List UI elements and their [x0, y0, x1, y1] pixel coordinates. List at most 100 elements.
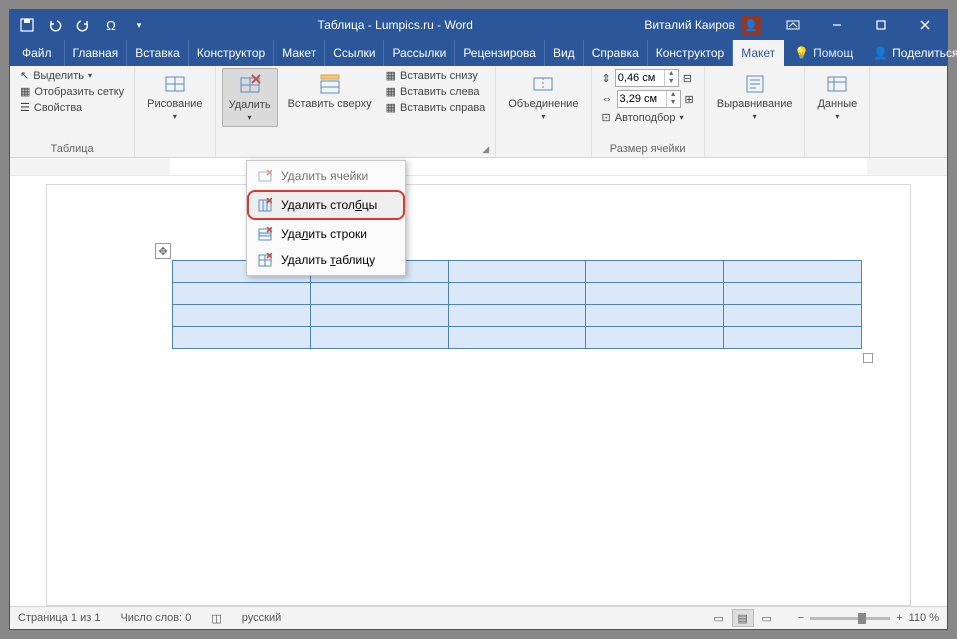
tab-review[interactable]: Рецензирова [455, 40, 545, 66]
zoom-out-button[interactable]: − [798, 612, 804, 624]
select-button[interactable]: ↖Выделить ▾ [16, 68, 128, 83]
document-area[interactable]: ✥ [10, 176, 947, 606]
quick-access-toolbar: Ω ▾ [10, 16, 156, 34]
lightbulb-icon: 💡 [794, 46, 809, 60]
delete-table-item[interactable]: Удалить таблицу [247, 247, 405, 273]
ribbon-options-icon[interactable] [771, 10, 815, 40]
delete-table-icon [257, 252, 273, 268]
status-words[interactable]: Число слов: 0 [120, 612, 191, 624]
col-width: ⇔ ▲▼ ⊞ [598, 89, 698, 109]
zoom-slider[interactable] [810, 617, 890, 620]
view-buttons: ▭ ▤ ▭ [708, 609, 778, 627]
tab-mailings[interactable]: Рассылки [384, 40, 455, 66]
properties-button[interactable]: ☰Свойства [16, 100, 128, 115]
delete-button[interactable]: Удалить ▾ [222, 68, 278, 127]
delete-table-icon [238, 73, 262, 97]
delete-table-label: Удалить таблицу [281, 253, 375, 267]
cursor-icon: ↖ [20, 69, 29, 82]
spin-up-icon[interactable]: ▲ [666, 91, 680, 99]
maximize-button[interactable] [859, 10, 903, 40]
data-icon [825, 72, 849, 96]
tab-view[interactable]: Вид [545, 40, 584, 66]
delete-rows-item[interactable]: Удалить строки [247, 221, 405, 247]
delete-rows-label: Удалить строки [281, 227, 367, 241]
group-label-table: Таблица [16, 141, 128, 157]
autofit-button[interactable]: ⊡Автоподбор ▾ [598, 110, 698, 125]
autofit-icon: ⊡ [602, 111, 611, 124]
alignment-button[interactable]: Выравнивание ▾ [711, 68, 799, 125]
ribbon: ↖Выделить ▾ ▦Отобразить сетку ☰Свойства … [10, 66, 947, 158]
insert-left-button[interactable]: ▦Вставить слева [382, 84, 490, 99]
tell-me[interactable]: 💡 Помощ [784, 40, 863, 66]
undo-icon[interactable] [46, 16, 64, 34]
draw-button[interactable]: Рисование ▾ [141, 68, 208, 125]
tab-insert[interactable]: Вставка [127, 40, 189, 66]
insert-above-button[interactable]: Вставить сверху [282, 68, 378, 114]
delete-cells-icon [257, 168, 273, 184]
read-mode-icon[interactable]: ▭ [708, 609, 730, 627]
title-bar: Ω ▾ Таблица - Lumpics.ru - Word Виталий … [10, 10, 947, 40]
omega-icon[interactable]: Ω [102, 16, 120, 34]
insert-above-icon [318, 72, 342, 96]
insert-below-icon: ▦ [386, 69, 396, 82]
view-gridlines-button[interactable]: ▦Отобразить сетку [16, 84, 128, 99]
save-icon[interactable] [18, 16, 36, 34]
zoom-in-button[interactable]: + [896, 612, 902, 624]
delete-columns-icon [257, 197, 273, 213]
distribute-rows-icon[interactable]: ⊟ [683, 72, 692, 85]
merge-button[interactable]: Объединение ▾ [502, 68, 584, 125]
tab-table-design[interactable]: Конструктор [648, 40, 733, 66]
draw-table-icon [163, 72, 187, 96]
spin-up-icon[interactable]: ▲ [664, 70, 678, 78]
distribute-cols-icon[interactable]: ⊞ [685, 93, 694, 106]
status-proofing-icon[interactable]: ◫ [211, 612, 221, 625]
insert-right-icon: ▦ [386, 101, 396, 114]
spin-down-icon[interactable]: ▼ [666, 99, 680, 107]
table-resize-handle[interactable] [863, 353, 873, 363]
status-language[interactable]: русский [242, 612, 281, 624]
print-layout-icon[interactable]: ▤ [732, 609, 754, 627]
width-icon: ⇔ [602, 93, 613, 105]
insert-below-button[interactable]: ▦Вставить снизу [382, 68, 490, 83]
table-row [173, 283, 862, 305]
insert-right-button[interactable]: ▦Вставить справа [382, 100, 490, 115]
height-input[interactable]: ▲▼ [615, 69, 679, 87]
ruler-horizontal[interactable] [10, 158, 947, 176]
avatar: 👤 [741, 15, 761, 35]
data-button[interactable]: Данные ▾ [811, 68, 863, 125]
table-row [173, 327, 862, 349]
tab-file[interactable]: Файл [10, 40, 65, 66]
width-input[interactable]: ▲▼ [617, 90, 681, 108]
spin-down-icon[interactable]: ▼ [664, 78, 678, 86]
zoom-control: − + 110 % [798, 612, 939, 624]
tab-table-layout[interactable]: Макет [733, 40, 784, 66]
person-icon: 👤 [873, 46, 888, 60]
user-account[interactable]: Виталий Каиров 👤 [634, 15, 771, 35]
close-button[interactable] [903, 10, 947, 40]
table-move-handle[interactable]: ✥ [155, 243, 171, 259]
dialog-launcher-icon[interactable]: ◢ [482, 144, 489, 155]
web-layout-icon[interactable]: ▭ [756, 609, 778, 627]
properties-icon: ☰ [20, 101, 30, 114]
tab-design[interactable]: Конструктор [189, 40, 274, 66]
delete-cells-item[interactable]: Удалить ячейки [247, 163, 405, 189]
qat-more-icon[interactable]: ▾ [130, 16, 148, 34]
tab-home[interactable]: Главная [65, 40, 128, 66]
window-title: Таблица - Lumpics.ru - Word [156, 18, 634, 32]
grid-icon: ▦ [20, 85, 30, 98]
share-button[interactable]: 👤 Поделиться [863, 40, 957, 66]
status-page[interactable]: Страница 1 из 1 [18, 612, 100, 624]
tab-help[interactable]: Справка [584, 40, 648, 66]
redo-icon[interactable] [74, 16, 92, 34]
tab-layout[interactable]: Макет [274, 40, 325, 66]
user-name: Виталий Каиров [644, 18, 735, 32]
insert-left-icon: ▦ [386, 85, 396, 98]
delete-columns-item[interactable]: Удалить столбцы [247, 190, 405, 220]
tab-references[interactable]: Ссылки [325, 40, 384, 66]
delete-dropdown: Удалить ячейки Удалить столбцы Удалить с… [246, 160, 406, 276]
row-height: ⇕ ▲▼ ⊟ [598, 68, 698, 88]
group-label-cellsize: Размер ячейки [598, 141, 698, 157]
height-icon: ⇕ [602, 72, 611, 85]
zoom-value[interactable]: 110 % [909, 612, 939, 624]
minimize-button[interactable] [815, 10, 859, 40]
